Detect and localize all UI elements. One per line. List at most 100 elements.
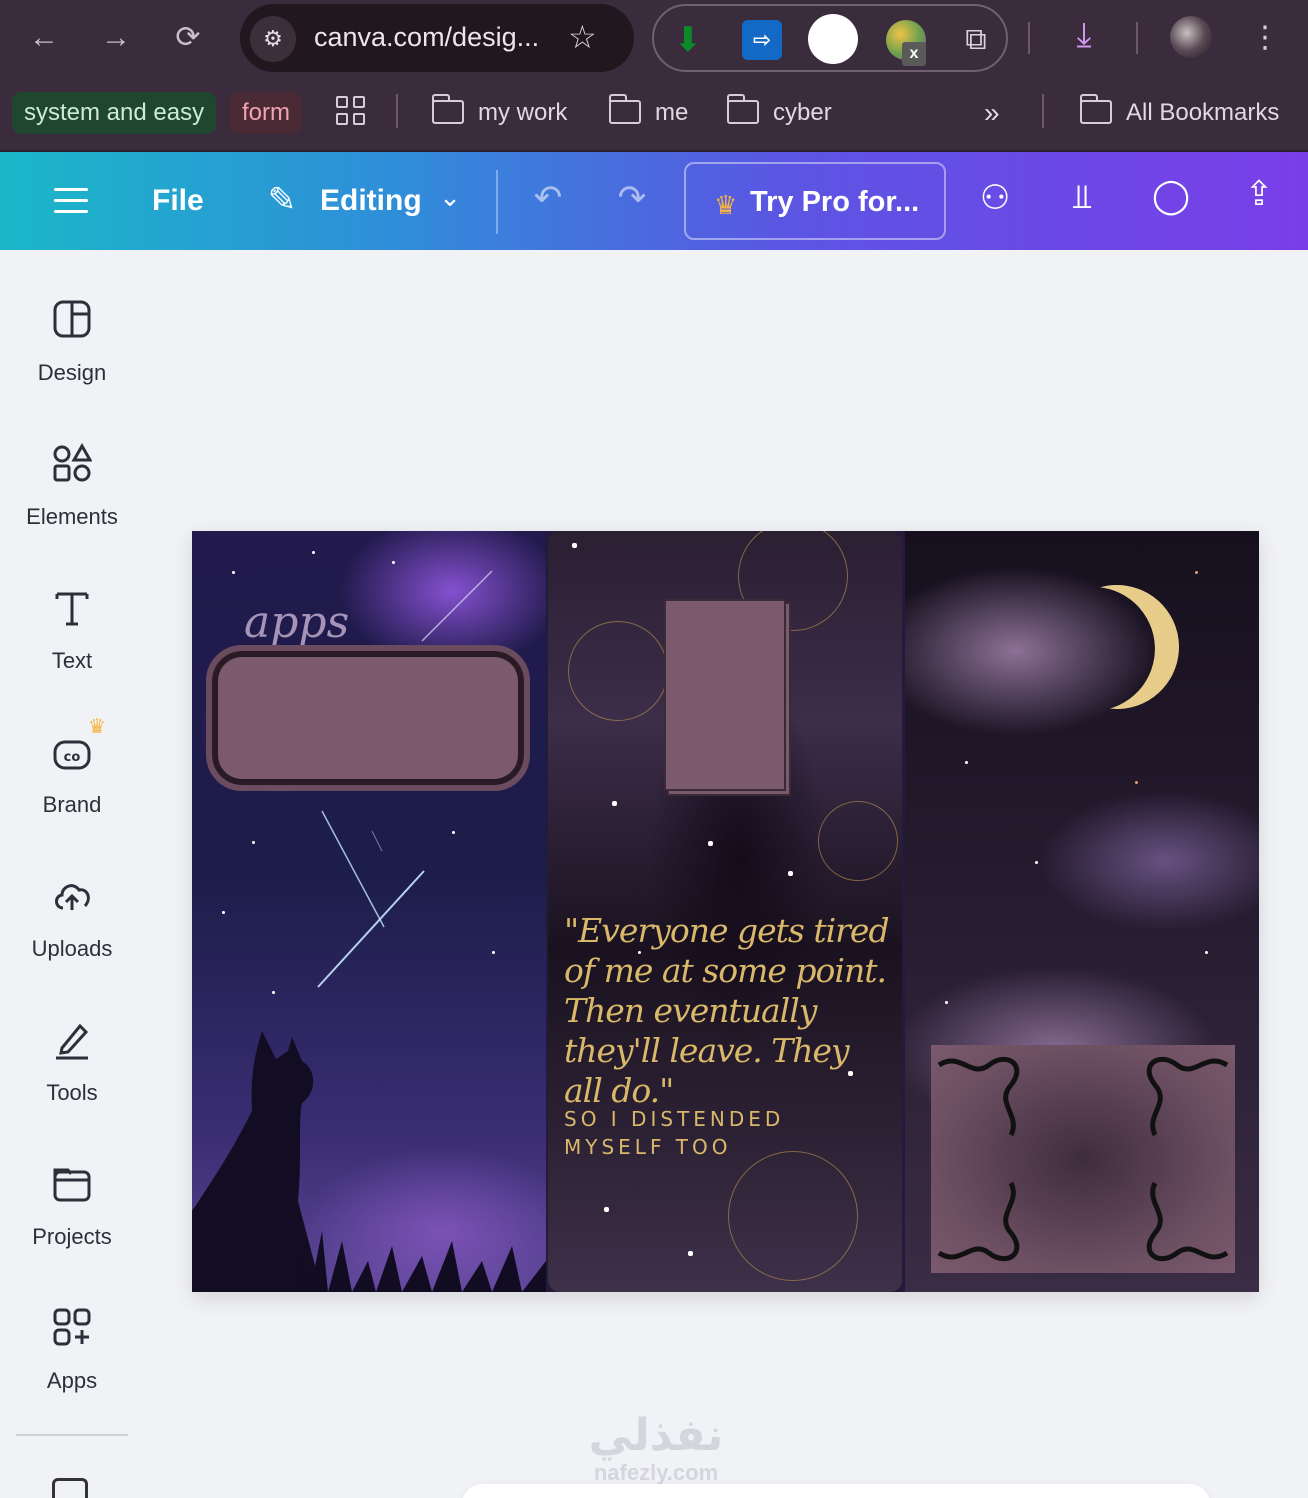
share-people-icon[interactable]: ⚇ xyxy=(970,178,1020,218)
sidebar-item-label: Apps xyxy=(46,1368,98,1393)
pencil-icon: ✎ xyxy=(267,181,297,219)
main-menu-icon[interactable] xyxy=(54,186,90,216)
puzzle-frame-box[interactable] xyxy=(931,1045,1235,1273)
star xyxy=(272,991,275,994)
star xyxy=(222,911,225,914)
all-bookmarks[interactable]: All Bookmarks xyxy=(1079,92,1280,134)
rose-outline xyxy=(728,1151,858,1281)
subquote-line: MYSELF TOO xyxy=(564,1135,732,1159)
insights-chart-icon[interactable]: ⫫ xyxy=(1060,178,1104,217)
apps-grid-icon[interactable] xyxy=(336,96,366,126)
file-menu[interactable]: File xyxy=(152,184,204,218)
try-pro-button[interactable]: ♛ Try Pro for... xyxy=(684,162,946,240)
url-text[interactable]: canva.com/desig... xyxy=(314,22,539,53)
sidebar-divider xyxy=(16,1434,128,1436)
sidebar-item-projects[interactable]: Projects xyxy=(0,1162,144,1282)
star xyxy=(945,1001,948,1004)
star xyxy=(1135,781,1138,784)
sidebar-item-apps[interactable]: Apps xyxy=(0,1306,144,1426)
back-button[interactable]: ← xyxy=(24,18,64,58)
sidebar-item-label: Elements xyxy=(26,504,118,529)
rose-outline xyxy=(818,801,898,881)
puzzle-extensions-icon[interactable]: ⧉ xyxy=(956,20,996,60)
sidebar-item-design[interactable]: Design xyxy=(0,298,144,418)
star xyxy=(452,831,455,834)
sidebar-item-tools[interactable]: Tools xyxy=(0,1018,144,1138)
bookmark-form[interactable]: form xyxy=(230,92,302,134)
crown-icon: ♛ xyxy=(714,190,738,220)
chevron-down-icon[interactable]: ⌄ xyxy=(432,182,468,213)
crown-icon: ♛ xyxy=(88,716,106,738)
folder-icon xyxy=(1079,94,1112,124)
panel-clouds-moon[interactable] xyxy=(905,531,1259,1292)
bottom-controls-bar[interactable] xyxy=(462,1484,1210,1498)
profile-avatar[interactable] xyxy=(1170,16,1212,58)
subquote-text[interactable]: SO I DISTENDED MYSELF TOO xyxy=(564,1105,894,1161)
bookmark-folder-my-work[interactable]: my work xyxy=(431,92,568,134)
star xyxy=(312,551,315,554)
toolbar-divider xyxy=(1028,22,1030,54)
editing-mode-dropdown[interactable]: Editing xyxy=(320,184,422,218)
photo-frame[interactable] xyxy=(664,599,786,791)
reload-button[interactable]: ⟳ xyxy=(168,18,208,58)
bookmarks-divider xyxy=(1042,94,1044,128)
watermark-latin: nafezly.com xyxy=(593,1460,719,1485)
bookmark-folder-cyber[interactable]: cyber xyxy=(726,92,832,134)
star xyxy=(252,841,255,844)
star xyxy=(572,543,577,548)
panel-night-sky-cat[interactable]: apps xyxy=(192,531,546,1292)
magic-icon[interactable] xyxy=(52,1478,88,1498)
star xyxy=(612,801,617,806)
watermark: نفذلي nafezly.com xyxy=(576,1410,736,1484)
sidebar-item-text[interactable]: Text xyxy=(0,586,144,706)
comment-icon[interactable]: ◯ xyxy=(1148,176,1194,216)
sidebar-item-elements[interactable]: Elements xyxy=(0,442,144,562)
folder-icon xyxy=(726,94,759,124)
star xyxy=(232,571,235,574)
toolbar-divider xyxy=(496,170,498,234)
design-canvas[interactable]: apps "Everyone gets tired of me at some … xyxy=(192,531,1259,1292)
tools-icon xyxy=(56,1023,89,1060)
apps-frame-box[interactable] xyxy=(206,645,530,791)
design-icon xyxy=(53,300,91,338)
white-circle-extension-icon[interactable] xyxy=(808,14,858,64)
folder-label: cyber xyxy=(773,99,832,126)
bookmark-system-and-easy[interactable]: system and easy xyxy=(12,92,217,134)
folder-label: my work xyxy=(478,99,568,126)
uploads-icon xyxy=(55,884,90,910)
sidebar: Design Elements Text co ♛ Brand Uploads … xyxy=(0,250,144,1498)
downloads-icon[interactable]: ⤓ xyxy=(1062,16,1106,62)
redo-icon[interactable]: ↷ xyxy=(610,178,654,218)
apps-title[interactable]: apps xyxy=(244,597,349,648)
forward-button[interactable]: → xyxy=(96,18,136,58)
share-upload-icon[interactable]: ⇪ xyxy=(1236,174,1282,214)
sidebar-item-uploads[interactable]: Uploads xyxy=(0,874,144,994)
star xyxy=(688,1251,693,1256)
menu-kebab-icon[interactable]: ⋮ xyxy=(1250,16,1280,60)
sidebar-item-label: Tools xyxy=(46,1080,98,1105)
sidebar-item-label: Projects xyxy=(32,1224,112,1249)
extension-badge: x xyxy=(902,42,926,66)
all-bookmarks-label: All Bookmarks xyxy=(1126,99,1280,126)
toolbar-divider xyxy=(1136,22,1138,54)
site-info-icon[interactable]: ⚙ xyxy=(250,16,296,62)
bookmark-star-icon[interactable]: ☆ xyxy=(568,18,597,56)
star xyxy=(1035,861,1038,864)
address-bar[interactable]: ⚙ canva.com/desig... ☆ xyxy=(240,4,634,72)
download-arrow-extension-icon[interactable]: ⬇ xyxy=(668,20,708,60)
undo-icon[interactable]: ↶ xyxy=(526,178,570,218)
blue-extension-icon[interactable]: ⇨ xyxy=(742,20,782,60)
canva-toolbar: File ✎ Editing ⌄ ↶ ↷ ♛ Try Pro for... ⚇ … xyxy=(0,152,1308,250)
browser-toolbar: ← → ⟳ ⚙ canva.com/desig... ☆ ⬇ ⇨ x ⧉ ⤓ ⋮ xyxy=(0,0,1308,78)
subquote-line: SO I DISTENDED xyxy=(564,1107,785,1131)
bookmark-folder-me[interactable]: me xyxy=(608,92,689,134)
svg-text:co: co xyxy=(64,750,81,765)
crescent-moon xyxy=(1038,568,1197,727)
folder-label: me xyxy=(655,99,689,126)
star xyxy=(788,871,793,876)
quote-text[interactable]: "Everyone gets tired of me at some point… xyxy=(564,911,894,1111)
panel-quote[interactable]: "Everyone gets tired of me at some point… xyxy=(548,531,902,1292)
more-bookmarks-chevron-icon[interactable]: » xyxy=(984,92,1000,134)
sidebar-item-brand[interactable]: co ♛ Brand xyxy=(0,716,144,850)
try-pro-label: Try Pro for... xyxy=(750,186,920,218)
